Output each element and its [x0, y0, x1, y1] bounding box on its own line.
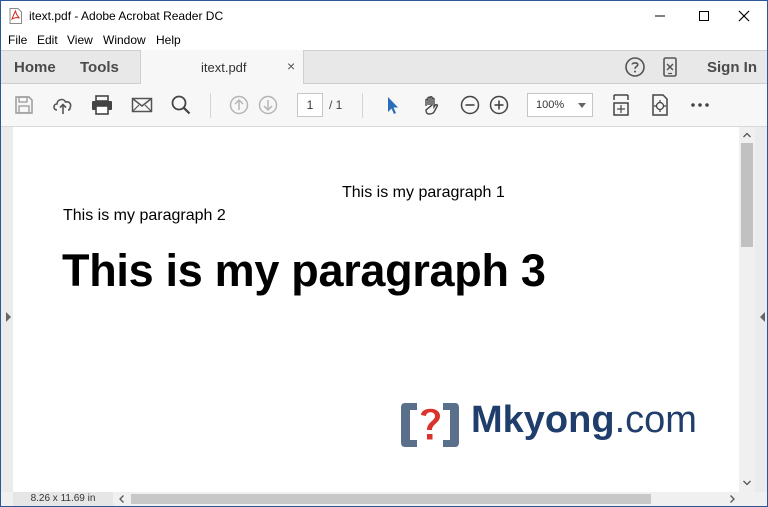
minus-circle-icon — [460, 95, 480, 115]
tab-document[interactable]: itext.pdf × — [140, 50, 304, 85]
scroll-right-icon[interactable] — [727, 492, 737, 506]
logo-name: Mkyong — [471, 399, 615, 441]
vertical-scrollbar[interactable] — [739, 127, 755, 492]
mobile-link-button[interactable] — [657, 54, 683, 80]
expand-right-icon — [760, 312, 765, 322]
logo-wordmark: Mkyong.com — [471, 399, 697, 442]
more-tools-button[interactable] — [687, 92, 713, 118]
page-size-label: 8.26 x 11.69 in — [13, 492, 113, 506]
chevron-down-icon — [578, 103, 586, 108]
window-title: itext.pdf - Adobe Acrobat Reader DC — [29, 9, 224, 23]
page-count-label: / 1 — [329, 98, 343, 112]
arrow-up-circle-icon — [229, 95, 249, 115]
mobile-device-icon — [663, 57, 677, 77]
left-pane-handle[interactable] — [1, 127, 13, 492]
search-icon — [171, 95, 191, 115]
scroll-left-icon[interactable] — [117, 492, 127, 506]
select-tool-button[interactable] — [379, 92, 405, 118]
paragraph-2: This is my paragraph 2 — [63, 207, 226, 224]
cursor-arrow-icon — [388, 97, 398, 114]
hand-tool-button[interactable] — [418, 92, 444, 118]
arrow-down-circle-icon — [258, 95, 278, 115]
toolbar: 1 / 1 100% — [1, 84, 767, 127]
cloud-upload-icon — [53, 98, 72, 114]
more-options-icon — [691, 103, 709, 107]
mkyong-logo: Mkyong.com — [399, 397, 697, 453]
close-window-button[interactable] — [721, 1, 767, 31]
logo-mark-icon — [401, 403, 459, 447]
title-bar: itext.pdf - Adobe Acrobat Reader DC — [1, 1, 767, 31]
logo-suffix: .com — [614, 399, 697, 441]
search-button[interactable] — [168, 92, 194, 118]
vertical-scroll-thumb[interactable] — [741, 143, 753, 247]
tab-tools[interactable]: Tools — [80, 59, 119, 76]
zoom-in-button[interactable] — [486, 92, 512, 118]
menu-file[interactable]: File — [8, 33, 27, 47]
toolbar-divider — [362, 93, 363, 118]
help-button[interactable] — [622, 54, 648, 80]
pdf-file-icon — [9, 8, 22, 24]
close-tab-button[interactable]: × — [287, 58, 295, 74]
next-page-button[interactable] — [255, 92, 281, 118]
page-rotate-icon — [652, 94, 668, 116]
printer-icon — [92, 95, 112, 115]
save-icon — [15, 96, 33, 114]
fit-page-button[interactable] — [608, 92, 634, 118]
document-tab-label: itext.pdf — [201, 60, 247, 75]
menu-help[interactable]: Help — [156, 33, 181, 47]
help-icon — [625, 57, 645, 77]
right-pane-handle[interactable] — [755, 127, 767, 492]
horizontal-scroll-thumb[interactable] — [131, 494, 651, 504]
sign-in-button[interactable]: Sign In — [707, 59, 757, 76]
acrobat-window: itext.pdf - Adobe Acrobat Reader DC File… — [0, 0, 768, 507]
zoom-level-select[interactable]: 100% — [527, 93, 593, 117]
menu-edit[interactable]: Edit — [37, 33, 58, 47]
menu-window[interactable]: Window — [103, 33, 146, 47]
email-button[interactable] — [129, 92, 155, 118]
fit-page-icon — [613, 94, 629, 116]
toolbar-divider — [210, 93, 211, 118]
print-button[interactable] — [89, 92, 115, 118]
menu-bar: File Edit View Window Help — [1, 31, 767, 50]
rotate-page-button[interactable] — [647, 92, 673, 118]
maximize-icon — [699, 11, 709, 21]
upload-button[interactable] — [50, 92, 76, 118]
pdf-page: This is my paragraph 1 This is my paragr… — [13, 127, 739, 492]
paragraph-3: This is my paragraph 3 — [62, 245, 546, 296]
status-bar: 8.26 x 11.69 in — [1, 492, 767, 506]
envelope-icon — [131, 97, 153, 113]
zoom-out-button[interactable] — [457, 92, 483, 118]
hand-icon — [425, 96, 439, 115]
tab-home[interactable]: Home — [14, 59, 56, 76]
scroll-up-icon[interactable] — [739, 128, 755, 142]
menu-view[interactable]: View — [67, 33, 93, 47]
minimize-button[interactable] — [637, 1, 683, 31]
scroll-down-icon[interactable] — [739, 476, 755, 490]
page-number-input[interactable]: 1 — [297, 93, 323, 117]
zoom-level-value: 100% — [536, 99, 565, 111]
close-icon — [738, 10, 750, 22]
previous-page-button[interactable] — [226, 92, 252, 118]
minimize-icon — [655, 15, 665, 17]
save-button[interactable] — [11, 92, 37, 118]
plus-circle-icon — [489, 95, 509, 115]
paragraph-1: This is my paragraph 1 — [342, 184, 505, 201]
tab-bar: Home Tools itext.pdf × Sign In — [1, 50, 767, 85]
